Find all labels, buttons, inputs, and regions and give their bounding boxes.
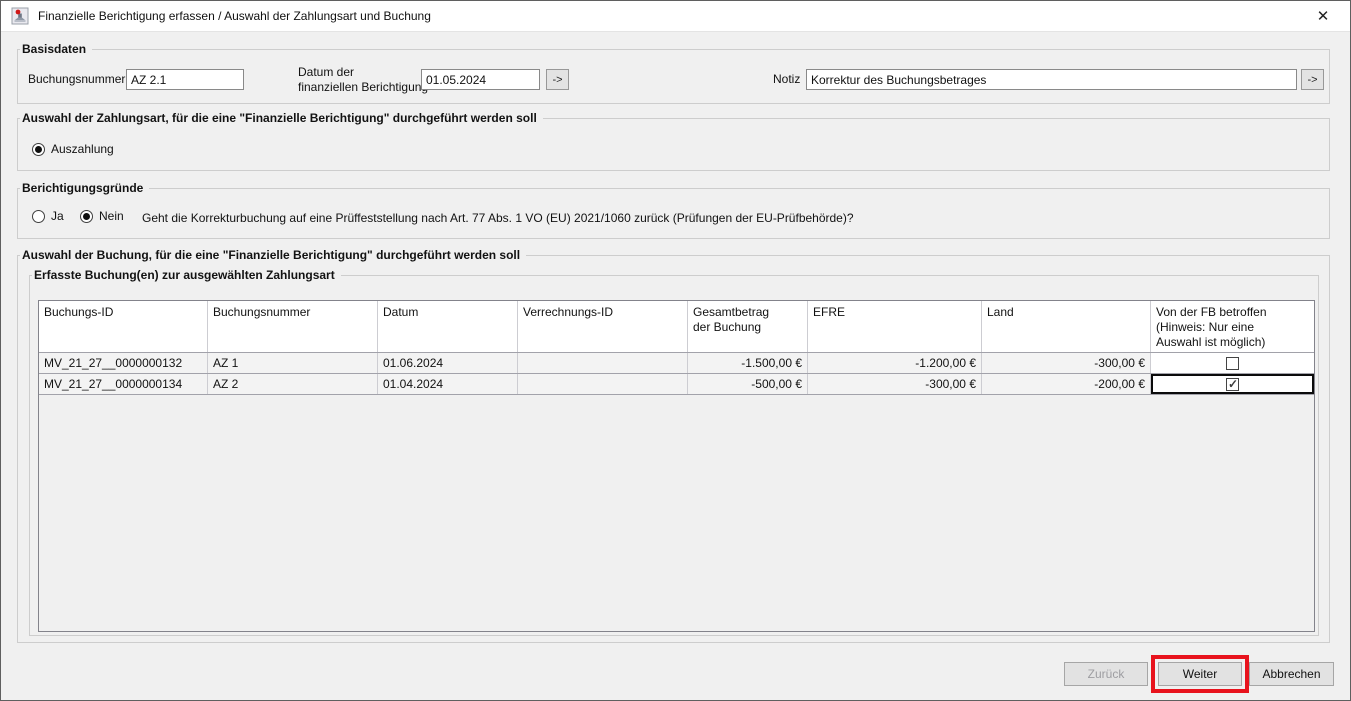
datum-input[interactable] (421, 69, 540, 90)
cell-land[interactable]: -300,00 € (982, 353, 1151, 373)
buchungsnummer-label: Buchungsnummer (28, 72, 125, 86)
groupbox-buchung-auswahl: Auswahl der Buchung, für die eine "Finan… (17, 255, 1330, 643)
groupbox-basisdaten-title: Basisdaten (20, 42, 92, 56)
column-header-land[interactable]: Land (982, 301, 1151, 352)
window-title: Finanzielle Berichtigung erfassen / Ausw… (38, 9, 431, 23)
ja-radio-icon[interactable] (32, 210, 45, 223)
nein-radio-icon[interactable] (80, 210, 93, 223)
cell-buchungsnummer[interactable]: AZ 1 (208, 353, 378, 373)
table-row[interactable]: MV_21_27__0000000134 AZ 2 01.04.2024 -50… (39, 374, 1314, 395)
radio-option-ja[interactable]: Ja (32, 209, 64, 223)
cell-buchungsnummer[interactable]: AZ 2 (208, 374, 378, 394)
column-header-gesamtbetrag[interactable]: Gesamtbetrag der Buchung (688, 301, 808, 352)
titlebar: Finanzielle Berichtigung erfassen / Ausw… (1, 1, 1350, 32)
close-icon[interactable]: ✕ (1306, 1, 1340, 32)
groupbox-zahlungsart-title: Auswahl der Zahlungsart, für die eine "F… (20, 111, 543, 125)
column-header-fb-betroffen[interactable]: Von der FB betroffen (Hinweis: Nur eine … (1151, 301, 1314, 352)
zurueck-button[interactable]: Zurück (1064, 662, 1148, 686)
dialog-window: Finanzielle Berichtigung erfassen / Ausw… (0, 0, 1351, 701)
cell-verrechnungs-id[interactable] (518, 374, 688, 394)
table-header-row: Buchungs-ID Buchungsnummer Datum Verrech… (39, 301, 1314, 353)
column-header-datum[interactable]: Datum (378, 301, 518, 352)
cell-gesamtbetrag[interactable]: -1.500,00 € (688, 353, 808, 373)
buchungsnummer-input[interactable] (126, 69, 244, 90)
notiz-expand-button[interactable]: -> (1301, 69, 1324, 90)
weiter-highlight-annotation: Weiter (1151, 655, 1249, 693)
cell-buchungs-id[interactable]: MV_21_27__0000000134 (39, 374, 208, 394)
weiter-button[interactable]: Weiter (1158, 662, 1242, 686)
column-header-buchungs-id[interactable]: Buchungs-ID (39, 301, 208, 352)
cell-verrechnungs-id[interactable] (518, 353, 688, 373)
bookings-table: Buchungs-ID Buchungsnummer Datum Verrech… (38, 300, 1315, 632)
groupbox-basisdaten: Basisdaten Buchungsnummer Datum der fina… (17, 49, 1330, 104)
table-row[interactable]: MV_21_27__0000000132 AZ 1 01.06.2024 -1.… (39, 353, 1314, 374)
auszahlung-radio-label: Auszahlung (51, 142, 114, 156)
groupbox-berichtigungsgruende-title: Berichtigungsgründe (20, 181, 149, 195)
ja-radio-label: Ja (51, 209, 64, 223)
cell-datum[interactable]: 01.04.2024 (378, 374, 518, 394)
nein-radio-label: Nein (99, 209, 124, 223)
column-header-verrechnungs-id[interactable]: Verrechnungs-ID (518, 301, 688, 352)
cell-efre[interactable]: -1.200,00 € (808, 353, 982, 373)
column-header-buchungsnummer[interactable]: Buchungsnummer (208, 301, 378, 352)
fb-betroffen-checkbox[interactable] (1226, 357, 1239, 370)
notiz-label: Notiz (773, 72, 800, 86)
cell-buchungs-id[interactable]: MV_21_27__0000000132 (39, 353, 208, 373)
datum-picker-button[interactable]: -> (546, 69, 569, 90)
groupbox-zahlungsart: Auswahl der Zahlungsart, für die eine "F… (17, 118, 1330, 171)
groupbox-erfasste-buchungen: Erfasste Buchung(en) zur ausgewählten Za… (29, 275, 1319, 636)
abbrechen-button[interactable]: Abbrechen (1249, 662, 1334, 686)
notiz-input[interactable] (806, 69, 1297, 90)
berichtigung-question-text: Geht die Korrekturbuchung auf eine Prüff… (142, 211, 854, 225)
fb-betroffen-checkbox[interactable] (1226, 378, 1239, 391)
auszahlung-radio-icon[interactable] (32, 143, 45, 156)
app-icon (11, 7, 29, 25)
cell-gesamtbetrag[interactable]: -500,00 € (688, 374, 808, 394)
cell-fb-betroffen-selected[interactable] (1151, 374, 1314, 394)
groupbox-erfasste-buchungen-title: Erfasste Buchung(en) zur ausgewählten Za… (32, 268, 341, 282)
cell-fb-betroffen[interactable] (1151, 353, 1314, 373)
cell-land[interactable]: -200,00 € (982, 374, 1151, 394)
groupbox-berichtigungsgruende: Berichtigungsgründe Ja Nein Geht die Kor… (17, 188, 1330, 239)
cell-efre[interactable]: -300,00 € (808, 374, 982, 394)
radio-option-nein[interactable]: Nein (80, 209, 124, 223)
column-header-efre[interactable]: EFRE (808, 301, 982, 352)
cell-datum[interactable]: 01.06.2024 (378, 353, 518, 373)
datum-label: Datum der finanziellen Berichtigung (298, 65, 428, 95)
radio-option-auszahlung[interactable]: Auszahlung (32, 142, 114, 156)
groupbox-buchung-auswahl-title: Auswahl der Buchung, für die eine "Finan… (20, 248, 526, 262)
